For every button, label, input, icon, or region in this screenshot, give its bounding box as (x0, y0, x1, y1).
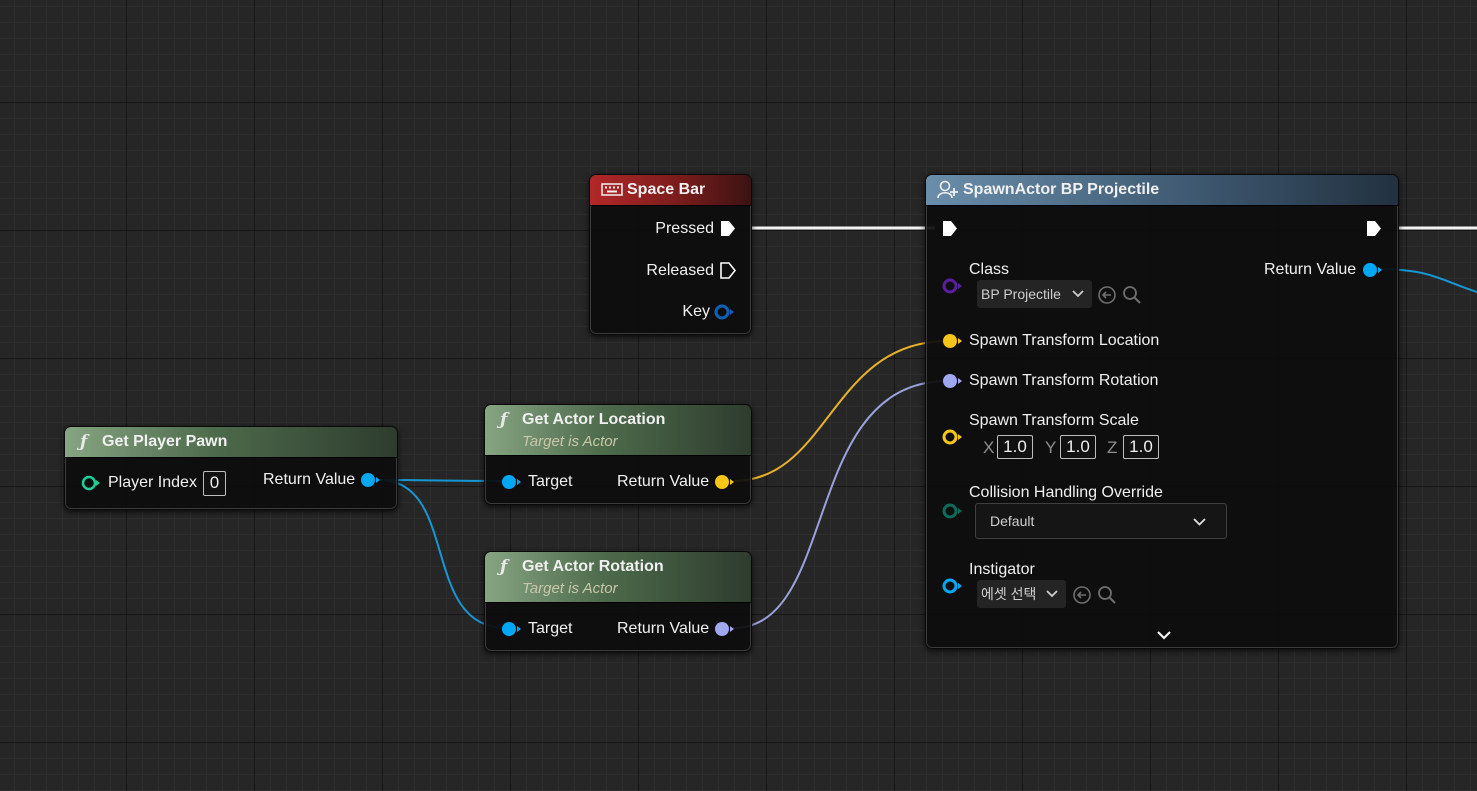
browse-arrow-icon[interactable] (1072, 585, 1092, 605)
collision-label: Collision Handling Override (969, 484, 1163, 501)
node-header: Space Bar (590, 175, 751, 206)
search-icon[interactable] (1097, 585, 1117, 605)
exec-out-pin-icon[interactable] (1366, 220, 1382, 237)
object-pin-icon[interactable] (942, 578, 964, 594)
return-value-label: Return Value (263, 471, 356, 488)
wire-location (732, 340, 949, 482)
function-icon: ƒ (80, 432, 88, 452)
node-title: Get Actor Location (522, 411, 666, 428)
spawn-rotation-label: Spawn Transform Rotation (969, 372, 1159, 389)
exec-in-pin-icon[interactable] (942, 220, 958, 237)
class-pin-icon[interactable] (942, 278, 964, 294)
class-dropdown[interactable]: BP Projectile (977, 280, 1092, 308)
node-header: SpawnActor BP Projectile (926, 175, 1398, 206)
player-index-input[interactable]: 0 (203, 471, 226, 496)
class-label: Class (969, 261, 1010, 278)
vector-pin-icon[interactable] (942, 429, 964, 445)
vector-pin-icon[interactable] (714, 474, 736, 490)
node-space-bar[interactable]: Space Bar Pressed Released Key (589, 174, 752, 335)
function-icon: ƒ (500, 410, 508, 430)
object-pin-icon[interactable] (1362, 262, 1384, 278)
chevron-down-icon (1046, 590, 1058, 598)
return-value-label: Return Value (617, 473, 710, 490)
object-pin-icon[interactable] (501, 621, 523, 637)
node-header: ƒ Get Actor Location Target is Actor (485, 405, 751, 456)
node-header: ƒ Get Player Pawn (65, 427, 397, 458)
scale-x-axis-label: X (983, 438, 995, 457)
return-value-label: Return Value (1264, 261, 1357, 278)
scale-x-input[interactable]: 1.0 (997, 435, 1033, 459)
scale-y-axis-label: Y (1045, 438, 1057, 457)
scale-z-axis-label: Z (1107, 438, 1118, 457)
keyboard-icon (601, 183, 623, 196)
instigator-dropdown-value: 에셋 선택 (981, 586, 1037, 602)
exec-pin-icon[interactable] (720, 262, 736, 279)
browse-arrow-icon[interactable] (1097, 285, 1117, 305)
node-get-actor-location[interactable]: ƒ Get Actor Location Target is Actor Tar… (484, 404, 752, 505)
collision-dropdown-value: Default (990, 513, 1035, 529)
released-label: Released (646, 262, 714, 279)
instigator-label: Instigator (969, 561, 1035, 578)
node-title: Space Bar (627, 181, 706, 198)
vector-pin-icon[interactable] (942, 333, 964, 349)
rotator-pin-icon[interactable] (942, 373, 964, 389)
node-title: Get Actor Rotation (522, 558, 664, 575)
instigator-dropdown[interactable]: 에셋 선택 (977, 580, 1066, 608)
object-pin-icon[interactable] (360, 472, 382, 488)
scale-y-input[interactable]: 1.0 (1060, 435, 1096, 459)
spawn-scale-label: Spawn Transform Scale (969, 412, 1139, 429)
function-icon: ƒ (500, 557, 508, 577)
object-pin-icon[interactable] (501, 474, 523, 490)
target-label: Target (528, 473, 573, 490)
player-index-label: Player Index (108, 474, 197, 491)
expand-advanced-chevron-icon[interactable] (1157, 630, 1171, 640)
int-pin-icon[interactable] (81, 475, 101, 491)
rotator-pin-icon[interactable] (714, 621, 736, 637)
target-label: Target (528, 620, 573, 637)
class-dropdown-value: BP Projectile (981, 286, 1061, 302)
wire-rotation (732, 380, 949, 629)
node-title: Get Player Pawn (102, 433, 228, 450)
node-subtitle: Target is Actor (522, 580, 618, 597)
node-get-player-pawn[interactable]: ƒ Get Player Pawn Player Index 0 Return … (64, 426, 398, 510)
enum-pin-icon[interactable] (942, 503, 964, 519)
pressed-label: Pressed (655, 220, 714, 237)
struct-pin-icon[interactable] (714, 304, 736, 320)
chevron-down-icon (1072, 290, 1084, 298)
spawn-location-label: Spawn Transform Location (969, 332, 1160, 349)
node-header: ƒ Get Actor Rotation Target is Actor (485, 552, 751, 603)
return-value-label: Return Value (617, 620, 710, 637)
scale-z-input[interactable]: 1.0 (1123, 435, 1159, 459)
exec-pin-icon[interactable] (720, 220, 736, 237)
spawn-actor-icon (937, 180, 958, 199)
node-get-actor-rotation[interactable]: ƒ Get Actor Rotation Target is Actor Tar… (484, 551, 752, 652)
search-icon[interactable] (1122, 285, 1142, 305)
chevron-down-icon (1193, 518, 1206, 526)
key-label: Key (682, 303, 710, 320)
node-spawn-actor[interactable]: SpawnActor BP Projectile Class BP Projec… (925, 174, 1399, 649)
node-title: SpawnActor BP Projectile (963, 181, 1160, 198)
collision-dropdown[interactable]: Default (975, 503, 1227, 539)
node-subtitle: Target is Actor (522, 433, 618, 450)
